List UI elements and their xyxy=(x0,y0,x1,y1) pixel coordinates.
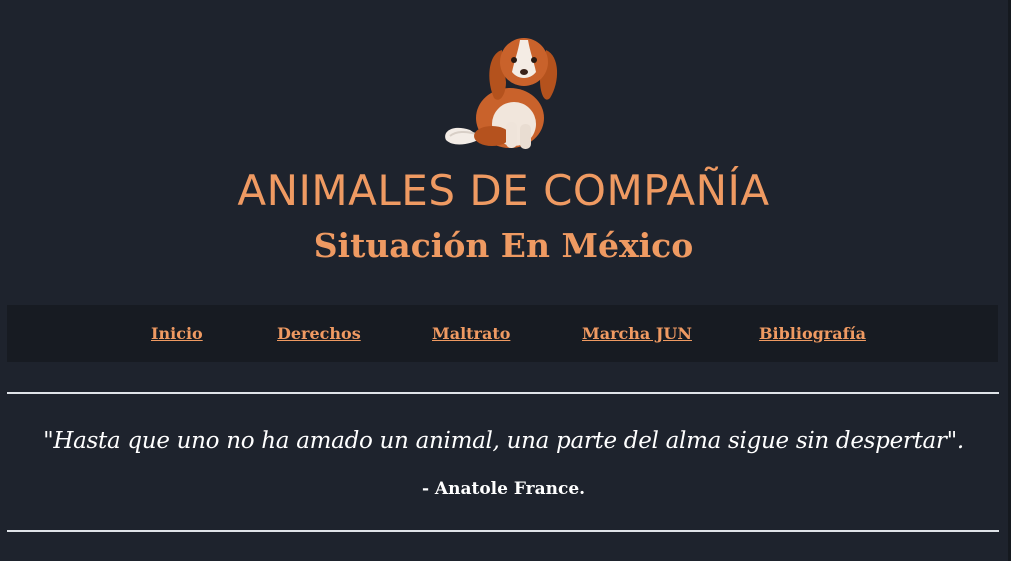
page: ANIMALES DE COMPAÑÍA Situación En México… xyxy=(0,0,1011,561)
divider-bottom xyxy=(7,530,999,532)
divider-top xyxy=(7,392,999,394)
quote-text: "Hasta que uno no ha amado un animal, un… xyxy=(43,428,964,454)
nav-link-marcha-jun[interactable]: Marcha JUN xyxy=(582,324,692,343)
nav-link-inicio[interactable]: Inicio xyxy=(151,324,203,343)
nav-link-maltrato[interactable]: Maltrato xyxy=(432,324,510,343)
quote-author: - Anatole France. xyxy=(421,479,586,499)
site-title: ANIMALES DE COMPAÑÍA xyxy=(237,166,770,215)
cavalier-dog-icon xyxy=(440,32,566,156)
main-nav: Inicio Derechos Maltrato Marcha JUN Bibl… xyxy=(7,305,998,362)
nav-link-derechos[interactable]: Derechos xyxy=(277,324,361,343)
nav-link-bibliografia[interactable]: Bibliografía xyxy=(759,324,866,343)
site-subtitle: Situación En México xyxy=(313,226,694,265)
